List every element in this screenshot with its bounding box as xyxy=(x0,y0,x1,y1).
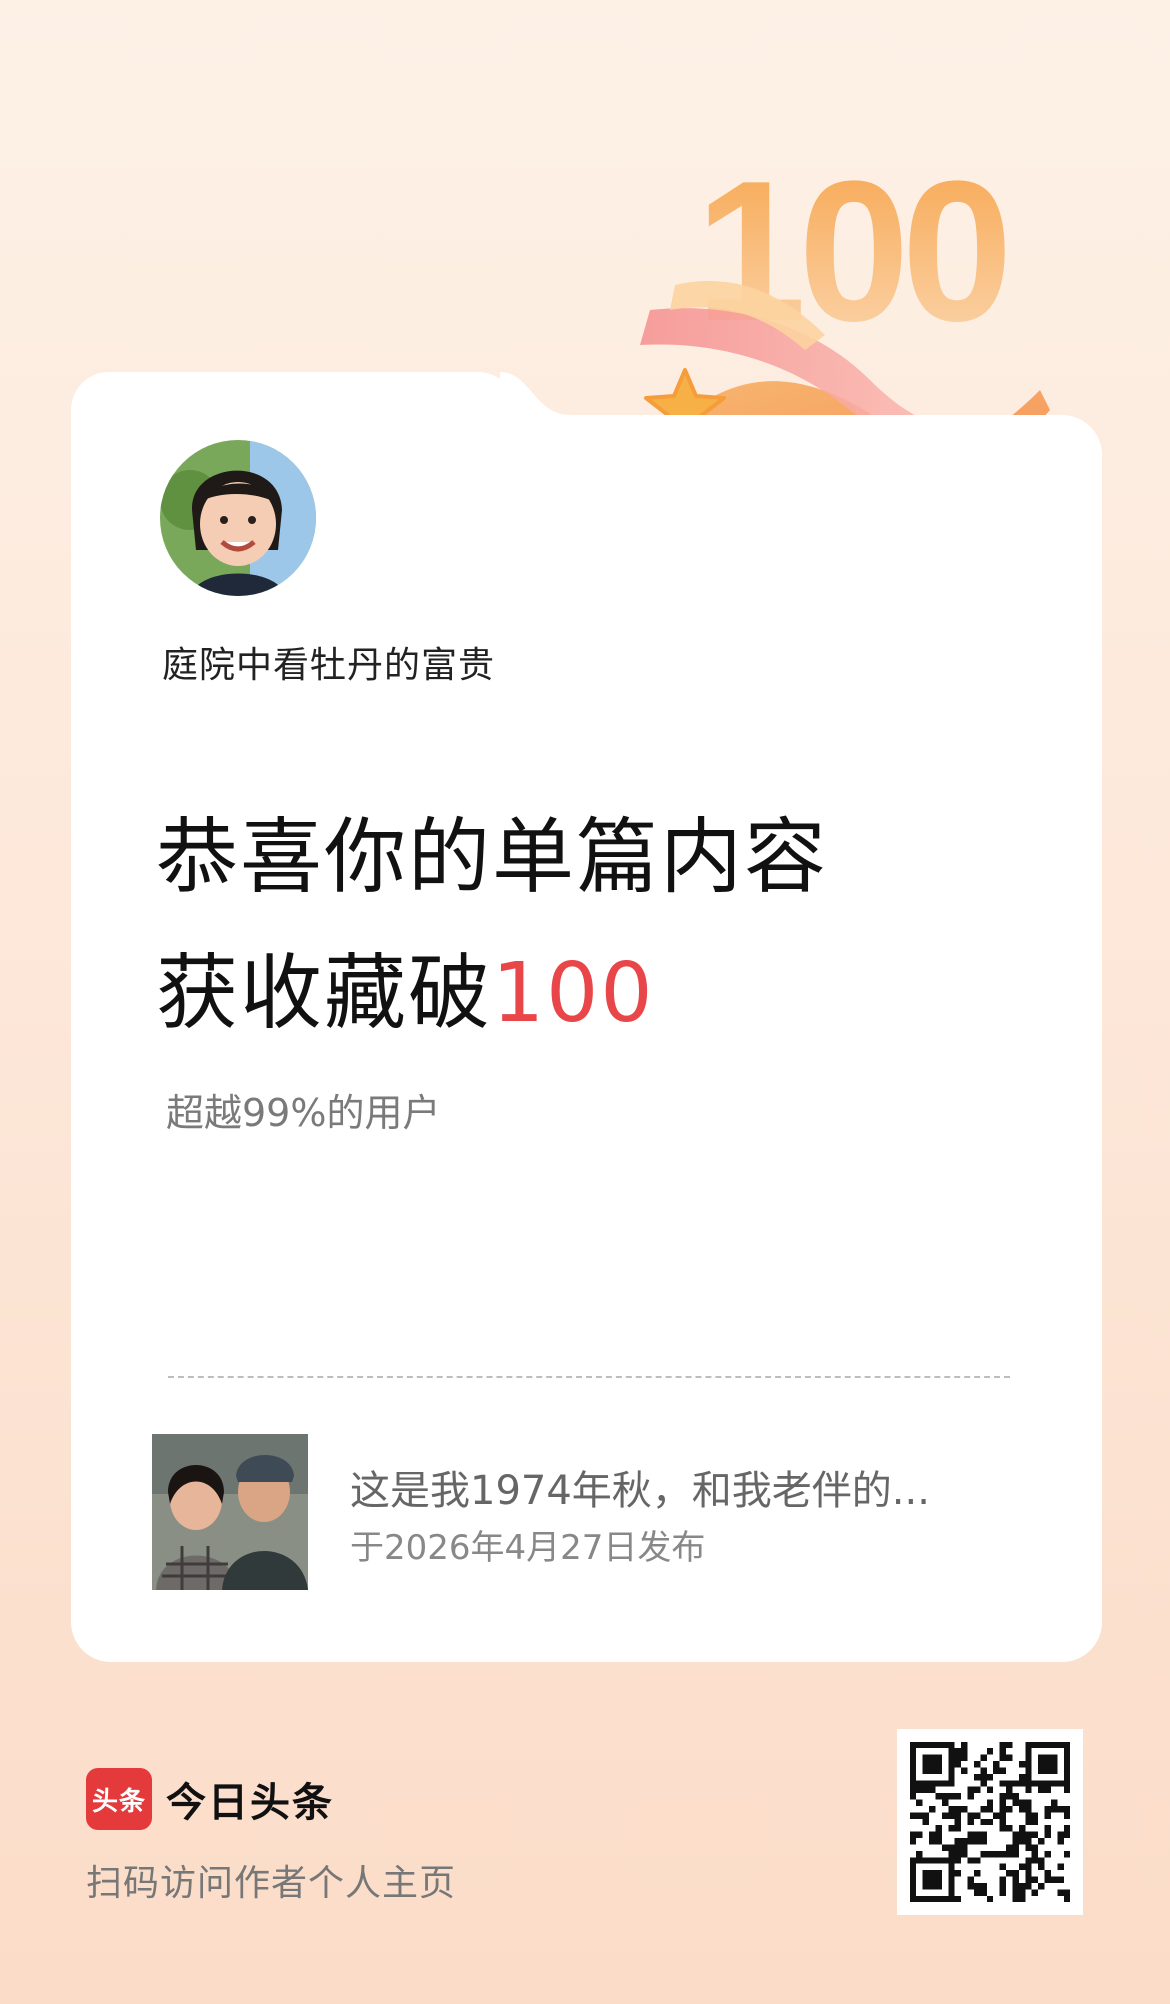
headline-line-2-prefix: 获收藏破 xyxy=(156,946,493,1041)
author-avatar[interactable] xyxy=(160,440,316,596)
article-title[interactable]: 这是我1974年秋，和我老伴的... xyxy=(350,1458,930,1516)
divider xyxy=(168,1376,1010,1378)
card-tab-curve xyxy=(500,372,570,416)
collection-count: 100 xyxy=(492,946,655,1041)
article-thumbnail[interactable] xyxy=(152,1434,308,1590)
ranking-text: 超越99%的用户 xyxy=(166,1091,441,1135)
headline-line-2: 获收藏破100 xyxy=(156,926,828,1062)
brand: 头条 今日头条 xyxy=(86,1768,334,1830)
toutiao-logo-icon: 头条 xyxy=(86,1768,152,1830)
headline-line-1: 恭喜你的单篇内容 xyxy=(156,810,829,905)
article-publish-date: 于2026年4月27日发布 xyxy=(350,1528,706,1568)
scan-hint: 扫码访问作者个人主页 xyxy=(86,1863,457,1904)
author-name[interactable]: 庭院中看牡丹的富贵 xyxy=(162,636,495,688)
headline: 恭喜你的单篇内容 获收藏破100 xyxy=(156,790,828,1062)
brand-name: 今日头条 xyxy=(166,1780,334,1826)
qr-code-icon[interactable] xyxy=(897,1729,1083,1915)
